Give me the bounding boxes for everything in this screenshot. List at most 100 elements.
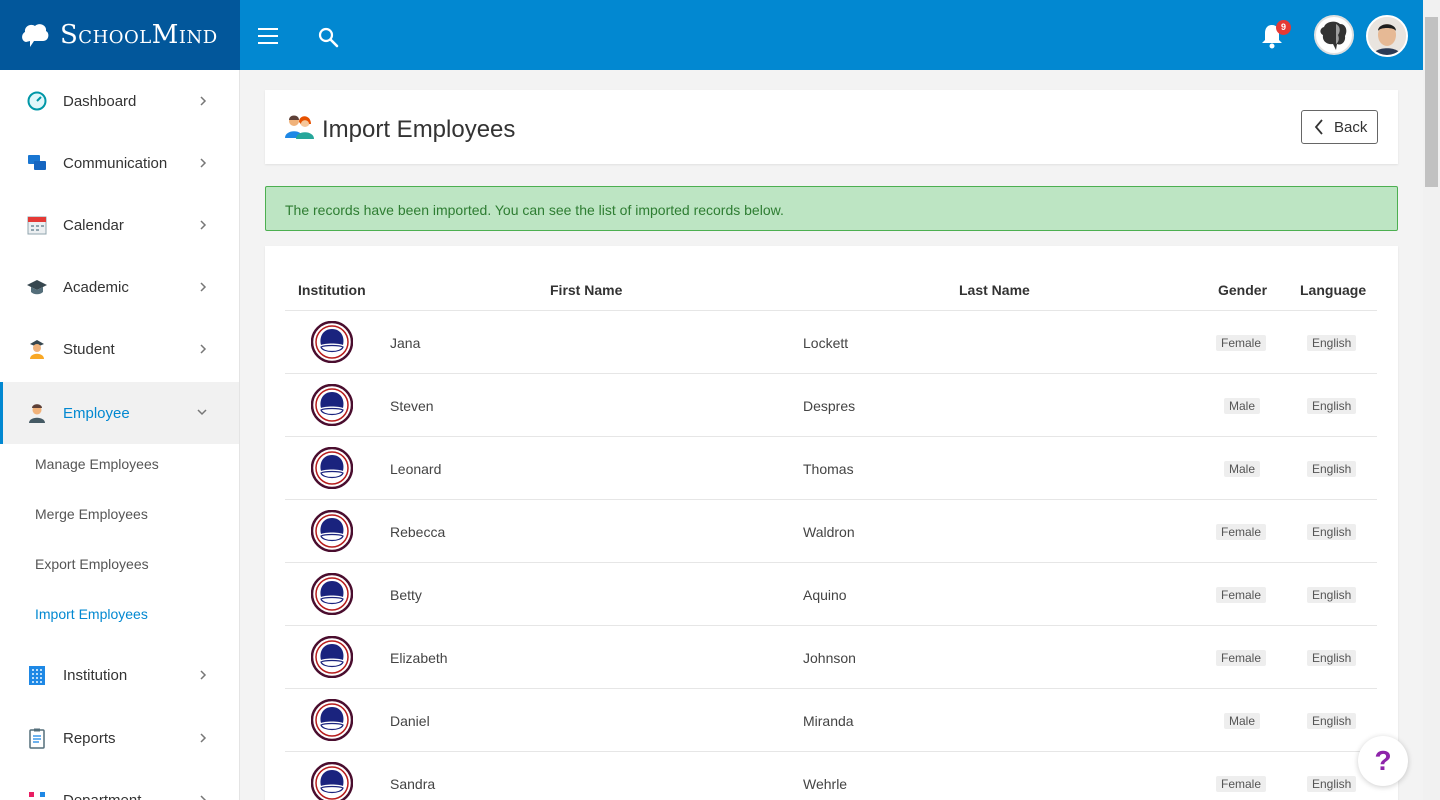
- column-header-first-name[interactable]: First Name: [550, 282, 622, 298]
- sidebar-item-label: Reports: [63, 729, 116, 747]
- sidebar-item-employee[interactable]: Employee: [0, 382, 239, 444]
- gender-chip: Male: [1224, 713, 1261, 729]
- chevron-right-icon: [200, 158, 207, 168]
- institution-logo-icon: [310, 320, 354, 364]
- brain-avatar-icon: [1320, 21, 1347, 50]
- back-button[interactable]: Back: [1301, 110, 1378, 144]
- dashboard-gauge-icon: [27, 91, 47, 111]
- gender-chip: Female: [1216, 650, 1267, 666]
- last-name-cell: Thomas: [803, 461, 854, 477]
- student-icon: [30, 340, 44, 359]
- page-title: Import Employees: [322, 116, 516, 143]
- school-avatar[interactable]: [1314, 15, 1354, 55]
- sidebar-item-communication[interactable]: Communication: [0, 132, 239, 194]
- language-chip: English: [1307, 524, 1357, 540]
- employee-icon: [29, 404, 45, 423]
- table-row[interactable]: Leonard Thomas Male English: [285, 437, 1377, 500]
- employees-group-icon: [285, 115, 314, 139]
- chevron-down-icon: [197, 409, 207, 416]
- first-name-cell: Sandra: [390, 776, 436, 792]
- table-row[interactable]: Elizabeth Johnson Female English: [285, 626, 1377, 689]
- brand-logo[interactable]: SchoolMind: [0, 0, 240, 70]
- brain-logo-icon: [22, 24, 49, 47]
- institution-logo-icon: [310, 572, 354, 616]
- sidebar: Dashboard Communication Calendar Academi…: [0, 70, 240, 800]
- column-header-institution[interactable]: Institution: [298, 282, 366, 298]
- table-row[interactable]: Daniel Miranda Male English: [285, 689, 1377, 752]
- chat-bubbles-icon: [28, 155, 46, 170]
- graduation-cap-icon: [27, 280, 47, 295]
- sidebar-item-institution[interactable]: Institution: [0, 644, 239, 706]
- table-row[interactable]: Betty Aquino Female English: [285, 563, 1377, 626]
- building-grid-icon: [29, 666, 45, 685]
- page-header-card: Import Employees Back: [265, 90, 1398, 164]
- sidebar-item-student[interactable]: Student: [0, 318, 239, 380]
- gender-chip: Male: [1224, 398, 1261, 414]
- last-name-cell: Miranda: [803, 713, 854, 729]
- sidebar-subitem-merge-employees[interactable]: Merge Employees: [35, 506, 148, 522]
- language-chip: English: [1307, 650, 1357, 666]
- institution-logo-icon: [310, 761, 354, 800]
- sidebar-item-label: Dashboard: [63, 92, 137, 110]
- table-row[interactable]: Steven Despres Male English: [285, 374, 1377, 437]
- success-alert: The records have been imported. You can …: [265, 186, 1398, 231]
- brand-name: SchoolMind: [60, 20, 218, 50]
- user-portrait-icon: [1368, 17, 1406, 55]
- sidebar-item-calendar[interactable]: Calendar: [0, 194, 239, 256]
- first-name-cell: Rebecca: [390, 524, 446, 540]
- first-name-cell: Daniel: [390, 713, 430, 729]
- first-name-cell: Elizabeth: [390, 650, 448, 666]
- back-button-label: Back: [1334, 118, 1368, 136]
- chevron-left-icon: [1314, 119, 1323, 135]
- institution-logo-icon: [310, 446, 354, 490]
- sidebar-item-label: Communication: [63, 154, 168, 172]
- table-row[interactable]: Jana Lockett Female English: [285, 311, 1377, 374]
- sidebar-item-label: Calendar: [63, 216, 124, 234]
- chevron-right-icon: [200, 344, 207, 354]
- search-icon[interactable]: [318, 27, 340, 49]
- sidebar-item-label: Academic: [63, 278, 129, 296]
- chevron-right-icon: [200, 795, 207, 800]
- column-header-gender[interactable]: Gender: [1218, 282, 1267, 298]
- language-chip: English: [1307, 461, 1357, 477]
- calendar-icon: [27, 216, 47, 235]
- table-row[interactable]: Rebecca Waldron Female English: [285, 500, 1377, 563]
- first-name-cell: Jana: [390, 335, 421, 351]
- sidebar-item-reports[interactable]: Reports: [0, 707, 239, 769]
- sidebar-item-dashboard[interactable]: Dashboard: [0, 70, 239, 132]
- page-scrollbar[interactable]: [1423, 0, 1440, 800]
- gender-chip: Female: [1216, 587, 1267, 603]
- language-chip: English: [1307, 335, 1357, 351]
- imported-records-table: Institution First Name Last Name Gender …: [265, 246, 1398, 800]
- clipboard-icon: [29, 728, 45, 749]
- menu-toggle-icon[interactable]: [258, 28, 278, 44]
- language-chip: English: [1307, 587, 1357, 603]
- department-icon: [29, 792, 45, 797]
- sidebar-subitem-manage-employees[interactable]: Manage Employees: [35, 456, 159, 472]
- gender-chip: Male: [1224, 461, 1261, 477]
- scrollbar-thumb[interactable]: [1425, 17, 1438, 187]
- institution-logo-icon: [310, 509, 354, 553]
- notification-badge: 9: [1276, 20, 1291, 35]
- column-header-language[interactable]: Language: [1300, 282, 1366, 298]
- institution-logo-icon: [310, 635, 354, 679]
- sidebar-item-academic[interactable]: Academic: [0, 256, 239, 318]
- user-profile-avatar[interactable]: [1366, 15, 1408, 57]
- gender-chip: Female: [1216, 524, 1267, 540]
- first-name-cell: Steven: [390, 398, 434, 414]
- first-name-cell: Leonard: [390, 461, 442, 477]
- column-header-last-name[interactable]: Last Name: [959, 282, 1030, 298]
- chevron-right-icon: [200, 220, 207, 230]
- help-button[interactable]: ?: [1358, 736, 1408, 786]
- language-chip: English: [1307, 398, 1357, 414]
- sidebar-subitem-export-employees[interactable]: Export Employees: [35, 556, 149, 572]
- table-row[interactable]: Sandra Wehrle Female English: [285, 752, 1377, 800]
- chevron-right-icon: [200, 670, 207, 680]
- gender-chip: Female: [1216, 335, 1267, 351]
- first-name-cell: Betty: [390, 587, 422, 603]
- sidebar-item-label: Employee: [63, 404, 130, 422]
- sidebar-subitem-import-employees[interactable]: Import Employees: [35, 606, 148, 622]
- institution-logo-icon: [310, 698, 354, 742]
- last-name-cell: Lockett: [803, 335, 849, 351]
- sidebar-item-department[interactable]: Department: [0, 769, 239, 800]
